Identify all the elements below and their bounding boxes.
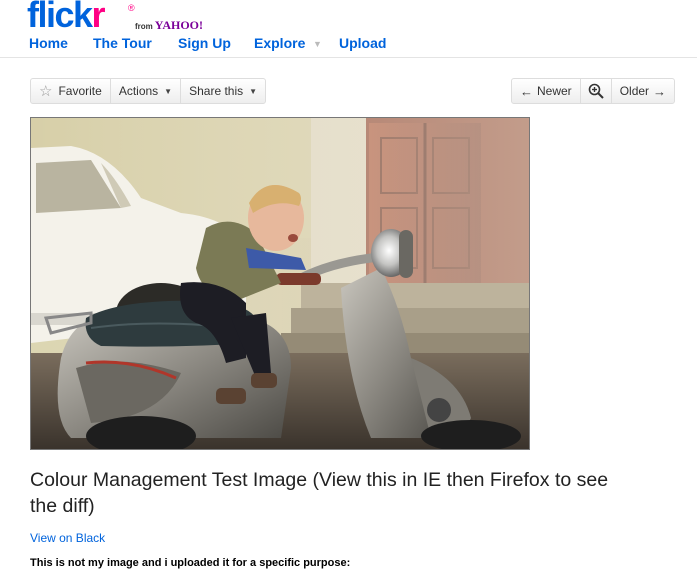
actions-label: Actions bbox=[118, 84, 159, 98]
newer-label: Newer bbox=[537, 84, 572, 98]
main-photo[interactable] bbox=[30, 117, 530, 450]
nav-home[interactable]: Home bbox=[29, 35, 68, 51]
actions-button[interactable]: Actions ▼ bbox=[111, 79, 182, 103]
nav-explore[interactable]: Explore bbox=[254, 35, 305, 51]
zoom-in-icon bbox=[588, 83, 604, 99]
explore-dropdown-icon[interactable]: ▼ bbox=[313, 39, 322, 49]
yahoo-logo: YAHOO! bbox=[154, 18, 204, 32]
logo-text-pink: r bbox=[91, 0, 106, 35]
arrow-right-icon: → bbox=[653, 83, 667, 99]
caret-down-icon: ▼ bbox=[249, 86, 258, 96]
from-label: from bbox=[135, 22, 153, 31]
header-divider bbox=[0, 57, 697, 58]
share-this-button[interactable]: Share this ▼ bbox=[181, 79, 265, 103]
star-icon: ☆ bbox=[39, 83, 53, 100]
flickr-logo[interactable]: flickr ® from YAHOO! bbox=[27, 0, 203, 35]
older-label: Older bbox=[619, 84, 650, 98]
from-yahoo: from YAHOO! bbox=[135, 18, 203, 33]
favorite-button[interactable]: ☆ Favorite bbox=[31, 79, 111, 103]
newer-button[interactable]: ← Newer bbox=[512, 79, 581, 103]
arrow-left-icon: ← bbox=[520, 83, 533, 99]
older-button[interactable]: Older → bbox=[612, 79, 674, 103]
photo-title: Colour Management Test Image (View this … bbox=[30, 469, 609, 517]
registered-mark: ® bbox=[128, 3, 135, 13]
share-label: Share this bbox=[189, 84, 244, 98]
photo-actions-toolbar: ☆ Favorite Actions ▼ Share this ▼ bbox=[30, 78, 267, 104]
logo-text-blue: flick bbox=[27, 0, 93, 35]
nav-sign-up[interactable]: Sign Up bbox=[178, 35, 231, 51]
photo-nav-toolbar: ← Newer Older → bbox=[511, 78, 676, 104]
favorite-label: Favorite bbox=[58, 84, 102, 98]
nav-upload[interactable]: Upload bbox=[339, 35, 386, 51]
caret-down-icon: ▼ bbox=[164, 86, 173, 96]
photo-image bbox=[31, 118, 529, 449]
photo-description: This is not my image and i uploaded it f… bbox=[30, 557, 351, 569]
view-on-black-link[interactable]: View on Black bbox=[30, 531, 105, 545]
zoom-button[interactable] bbox=[581, 79, 612, 103]
nav-the-tour[interactable]: The Tour bbox=[93, 35, 152, 51]
